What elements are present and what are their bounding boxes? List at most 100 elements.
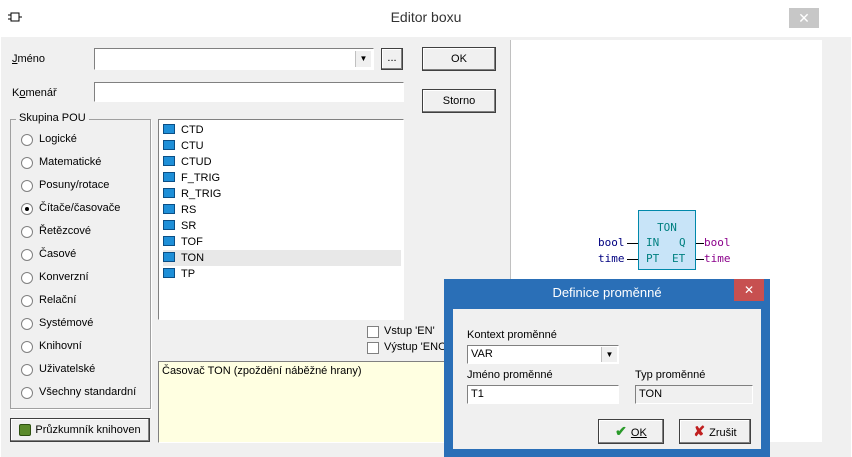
pou-list-item[interactable]: RS [163, 202, 401, 218]
pou-list-item-label: CTUD [181, 156, 212, 168]
dialog-cancel-button[interactable]: ✘ Zrušit [679, 419, 751, 444]
pin-line-in [627, 243, 638, 244]
pou-list-item[interactable]: R_TRIG [163, 186, 401, 202]
window-title: Editor boxu [390, 9, 462, 25]
pou-radio-10[interactable] [21, 364, 33, 376]
pou-list-item[interactable]: F_TRIG [163, 170, 401, 186]
function-block-icon [163, 124, 175, 135]
function-block-icon [163, 140, 175, 151]
chevron-down-icon[interactable]: ▼ [601, 347, 617, 362]
books-icon [19, 424, 32, 437]
library-explorer-label: Průzkumník knihoven [35, 424, 141, 436]
function-block-icon [163, 220, 175, 231]
checkmark-icon: ✔ [615, 423, 627, 439]
description-text: Časovač TON (zpoždění náběžné hrany) [162, 365, 362, 377]
pou-radio-2[interactable] [21, 180, 33, 192]
pou-radio-label[interactable]: Matematické [39, 156, 101, 168]
pou-radio-6[interactable] [21, 272, 33, 284]
pin-et: ET [672, 252, 686, 265]
pou-radio-label[interactable]: Řetězcové [39, 225, 91, 237]
chevron-down-icon[interactable]: ▼ [355, 51, 371, 67]
function-block-icon [163, 236, 175, 247]
pou-list-item[interactable]: CTUD [163, 154, 401, 170]
pou-radio-4[interactable] [21, 226, 33, 238]
dialog-ok-label: OK [630, 427, 647, 439]
pou-radio-label[interactable]: Konverzní [39, 271, 89, 283]
vystup-eno-label: Výstup 'ENO [384, 341, 447, 353]
jmeno-label-rest: méno [17, 53, 46, 65]
pou-list-item-label: CTD [181, 124, 204, 136]
pou-list-item-label: F_TRIG [181, 172, 221, 184]
ok-button[interactable]: OK [422, 47, 496, 71]
pou-radio-8[interactable] [21, 318, 33, 330]
typ-promenne-field: TON [635, 385, 753, 404]
function-block-icon [163, 268, 175, 279]
pou-radio-7[interactable] [21, 295, 33, 307]
pou-radio-label[interactable]: Systémové [39, 317, 93, 329]
jmeno-promenne-label: Jméno proměnné [467, 369, 553, 381]
pou-list-item-label: R_TRIG [181, 188, 222, 200]
pou-radio-11[interactable] [21, 387, 33, 399]
pou-radio-label[interactable]: Uživatelské [39, 363, 95, 375]
pou-radio-label[interactable]: Relační [39, 294, 76, 306]
output-type-et: time [704, 252, 731, 265]
close-button[interactable]: ✕ [789, 8, 819, 28]
pin-line-et [696, 259, 704, 260]
pou-radio-label[interactable]: Logické [39, 133, 77, 145]
komentar-input[interactable] [94, 82, 404, 102]
dialog-ok-button[interactable]: ✔ OK [598, 419, 664, 444]
pou-radio-label[interactable]: Všechny standardní [39, 386, 136, 398]
vystup-eno-checkbox[interactable] [367, 342, 379, 354]
pou-radio-1[interactable] [21, 157, 33, 169]
browse-button[interactable]: ... [381, 48, 403, 70]
pou-list-item[interactable]: CTD [163, 122, 401, 138]
pou-radio-0[interactable] [21, 134, 33, 146]
pou-radio-3[interactable] [21, 203, 33, 215]
pou-list-item[interactable]: TP [163, 266, 401, 282]
kontext-value: VAR [471, 348, 493, 360]
pou-radio-label[interactable]: Knihovní [39, 340, 82, 352]
pou-radio-5[interactable] [21, 249, 33, 261]
pou-group-title: Skupina POU [16, 112, 89, 124]
kontext-label: Kontext proměnné [467, 329, 557, 341]
kontext-combo[interactable]: VAR ▼ [467, 345, 619, 364]
function-block-icon [163, 252, 175, 263]
block-name: TON [657, 221, 677, 234]
pou-listbox[interactable]: CTD CTU CTUD F_TRIG R_TRIG RS SR TOF TON TP [158, 119, 404, 320]
pou-list-item[interactable]: CTU [163, 138, 401, 154]
pou-radio-label[interactable]: Posuny/rotace [39, 179, 109, 191]
pou-radio-9[interactable] [21, 341, 33, 353]
output-type-q: bool [704, 236, 731, 249]
library-explorer-button[interactable]: Průzkumník knihoven [10, 418, 150, 442]
pin-pt: PT [646, 252, 660, 265]
storno-button[interactable]: Storno [422, 89, 496, 113]
title-bar: Editor boxu ✕ [0, 0, 852, 36]
cross-icon: ✘ [693, 423, 706, 439]
pou-list-item[interactable]: TOF [163, 234, 401, 250]
pin-q: Q [679, 236, 686, 249]
pou-list-item-label: CTU [181, 140, 204, 152]
input-type-pt: time [598, 252, 625, 265]
variable-definition-dialog: Definice proměnné ✕ Kontext proměnné VAR… [444, 279, 770, 457]
pou-list-item[interactable]: TON [163, 250, 401, 266]
jmeno-label: Jméno [12, 53, 46, 65]
pou-radio-label[interactable]: Čítače/časovače [39, 202, 120, 214]
pin-line-q [696, 243, 704, 244]
description-box: Časovač TON (zpoždění náběžné hrany) [158, 361, 448, 443]
pin-in: IN [646, 236, 660, 249]
jmeno-promenne-input[interactable]: T1 [467, 385, 619, 404]
pou-list-item[interactable]: SR [163, 218, 401, 234]
pin-line-pt [627, 259, 638, 260]
pou-radio-label[interactable]: Časové [39, 248, 76, 260]
pou-list-item-label: TP [181, 268, 196, 280]
dialog-close-button[interactable]: ✕ [734, 279, 764, 301]
jmeno-promenne-value: T1 [471, 388, 484, 400]
vstup-en-label: Vstup 'EN' [384, 325, 435, 337]
pou-list-item-label: SR [181, 220, 197, 232]
vstup-en-checkbox[interactable] [367, 326, 379, 338]
jmeno-combo[interactable]: ▼ [94, 48, 374, 70]
typ-promenne-value: TON [639, 388, 663, 400]
pou-list-item-label: RS [181, 204, 197, 216]
typ-promenne-label: Typ proměnné [635, 369, 706, 381]
dialog-title: Definice proměnné [552, 285, 662, 300]
